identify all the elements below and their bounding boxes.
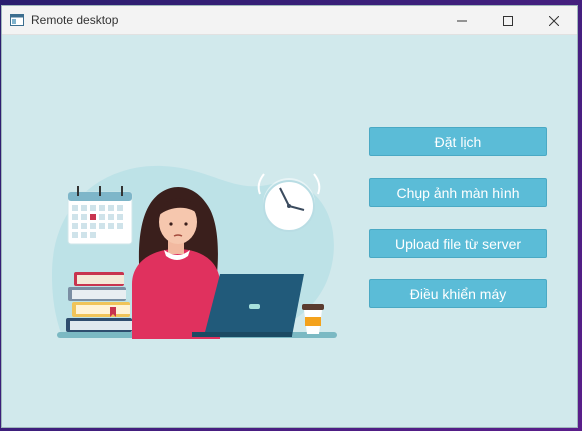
remote-control-button[interactable]: Điều khiển máy: [369, 279, 547, 308]
maximize-icon: [503, 15, 513, 26]
app-window-icon: [10, 14, 24, 26]
coffee-cup-icon: [302, 304, 324, 334]
close-button[interactable]: [531, 6, 577, 35]
app-window: Remote desktop Đặt lịch Chụp ảnh màn hìn…: [1, 5, 578, 428]
calendar-icon: [67, 186, 133, 245]
maximize-button[interactable]: [485, 6, 531, 35]
window-title: Remote desktop: [31, 13, 119, 27]
work-illustration: [52, 165, 337, 339]
minimize-icon: [457, 20, 467, 21]
title-bar[interactable]: Remote desktop: [2, 6, 577, 35]
schedule-button[interactable]: Đặt lịch: [369, 127, 547, 156]
screenshot-button[interactable]: Chụp ảnh màn hình: [369, 178, 547, 207]
close-icon: [549, 15, 559, 26]
minimize-button[interactable]: [439, 6, 485, 35]
upload-file-button[interactable]: Upload file từ server: [369, 229, 547, 258]
books-stack: [66, 272, 132, 332]
